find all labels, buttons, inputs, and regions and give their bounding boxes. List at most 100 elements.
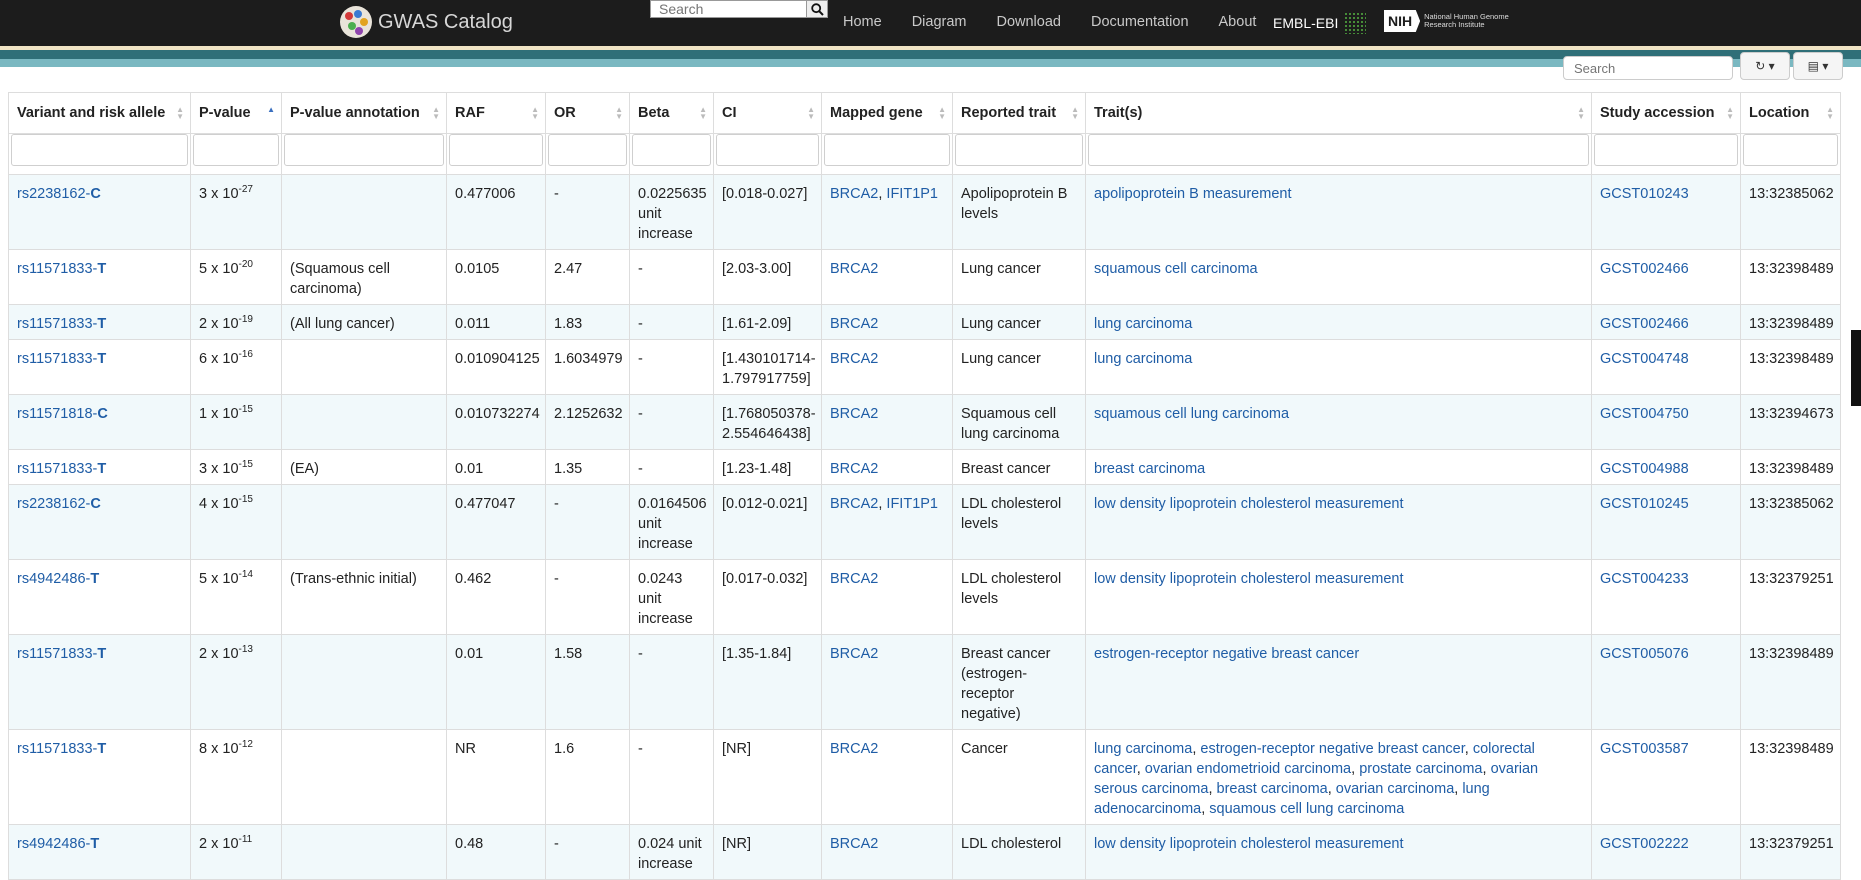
- nav-links: Home Diagram Download Documentation Abou…: [843, 0, 1286, 44]
- trait-link[interactable]: estrogen-receptor negative breast cancer: [1200, 741, 1464, 757]
- cell-variant: rs4942486-T: [8, 824, 191, 880]
- rsid: rs2238162: [17, 186, 86, 202]
- gene-link[interactable]: BRCA2: [830, 351, 878, 367]
- study-accession-link[interactable]: GCST002466: [1600, 316, 1689, 332]
- filter-input-ci[interactable]: [716, 134, 819, 166]
- gene-link[interactable]: BRCA2: [830, 571, 878, 587]
- trait-link[interactable]: lung carcinoma: [1094, 316, 1192, 332]
- gene-link[interactable]: BRCA2: [830, 261, 878, 277]
- trait-link[interactable]: squamous cell lung carcinoma: [1209, 801, 1404, 817]
- trait-link[interactable]: breast carcinoma: [1094, 461, 1205, 477]
- cell-p-value-annotation: [281, 824, 447, 880]
- brand[interactable]: GWAS Catalog: [340, 4, 513, 40]
- column-header-traits[interactable]: Trait(s) ▲ ▼: [1085, 92, 1592, 134]
- filter-input-study-accession[interactable]: [1594, 134, 1738, 166]
- variant-link[interactable]: rs11571833-T: [17, 461, 106, 477]
- gene-link[interactable]: BRCA2: [830, 741, 878, 757]
- filter-input-beta[interactable]: [632, 134, 711, 166]
- trait-link[interactable]: squamous cell lung carcinoma: [1094, 406, 1289, 422]
- gene-link[interactable]: BRCA2: [830, 406, 878, 422]
- column-header-beta[interactable]: Beta ▲ ▼: [629, 92, 714, 134]
- variant-link[interactable]: rs11571833-T: [17, 316, 106, 332]
- filter-input-traits[interactable]: [1088, 134, 1589, 166]
- trait-link[interactable]: breast carcinoma: [1217, 781, 1328, 797]
- gene-link[interactable]: BRCA2: [830, 186, 878, 202]
- nav-link-documentation[interactable]: Documentation: [1091, 14, 1189, 30]
- filter-input-p-value[interactable]: [193, 134, 279, 166]
- nav-link-download[interactable]: Download: [996, 14, 1061, 30]
- variant-link[interactable]: rs2238162-C: [17, 496, 101, 512]
- trait-link[interactable]: squamous cell carcinoma: [1094, 261, 1258, 277]
- nav-link-home[interactable]: Home: [843, 14, 882, 30]
- cell-location: 13:32385062: [1740, 174, 1841, 250]
- study-accession-link[interactable]: GCST004750: [1600, 406, 1689, 422]
- gene-link[interactable]: BRCA2: [830, 646, 878, 662]
- column-header-p-value[interactable]: P-value ▲ ▼: [190, 92, 282, 134]
- filter-input-p-value-annotation[interactable]: [284, 134, 444, 166]
- column-header-ci[interactable]: CI ▲ ▼: [713, 92, 822, 134]
- nav-link-diagram[interactable]: Diagram: [912, 14, 967, 30]
- variant-link[interactable]: rs4942486-T: [17, 836, 99, 852]
- trait-link[interactable]: lung carcinoma: [1094, 351, 1192, 367]
- cell-or: 1.6034979: [545, 339, 630, 395]
- cell-p-value: 3 x 10-27: [190, 174, 282, 250]
- variant-link[interactable]: rs4942486-T: [17, 571, 99, 587]
- nav-link-about[interactable]: About: [1219, 14, 1257, 30]
- column-header-raf[interactable]: RAF ▲ ▼: [446, 92, 546, 134]
- gene-link[interactable]: BRCA2: [830, 316, 878, 332]
- column-header-study-accession[interactable]: Study accession ▲ ▼: [1591, 92, 1741, 134]
- gene-link[interactable]: BRCA2: [830, 461, 878, 477]
- study-accession-link[interactable]: GCST010245: [1600, 496, 1689, 512]
- variant-link[interactable]: rs2238162-C: [17, 186, 101, 202]
- variant-link[interactable]: rs11571833-T: [17, 646, 106, 662]
- trait-link[interactable]: apolipoprotein B measurement: [1094, 186, 1291, 202]
- column-header-reported-trait[interactable]: Reported trait ▲ ▼: [952, 92, 1086, 134]
- site-search-button[interactable]: [806, 0, 828, 18]
- cell-location: 13:32398489: [1740, 339, 1841, 395]
- trait-link[interactable]: low density lipoprotein cholesterol meas…: [1094, 836, 1404, 852]
- feedback-side-tab[interactable]: [1851, 330, 1861, 406]
- embl-ebi-logo[interactable]: EMBL-EBI: [1273, 12, 1367, 34]
- filter-input-location[interactable]: [1743, 134, 1838, 166]
- table-search-input[interactable]: [1563, 56, 1733, 80]
- trait-link[interactable]: ovarian carcinoma: [1336, 781, 1454, 797]
- variant-link[interactable]: rs11571818-C: [17, 406, 108, 422]
- cell-p-value: 1 x 10-15: [190, 394, 282, 450]
- filter-input-raf[interactable]: [449, 134, 543, 166]
- column-header-p-value-annotation[interactable]: P-value annotation ▲ ▼: [281, 92, 447, 134]
- trait-link[interactable]: ovarian endometrioid carcinoma: [1145, 761, 1351, 777]
- refresh-button[interactable]: ↻ ▾: [1740, 52, 1790, 80]
- trait-link[interactable]: low density lipoprotein cholesterol meas…: [1094, 496, 1404, 512]
- columns-button[interactable]: ▤ ▾: [1793, 52, 1843, 80]
- trait-link[interactable]: estrogen-receptor negative breast cancer: [1094, 646, 1359, 662]
- gene-link[interactable]: IFIT1P1: [886, 496, 938, 512]
- study-accession-link[interactable]: GCST004988: [1600, 461, 1689, 477]
- column-header-variant[interactable]: Variant and risk allele ▲ ▼: [8, 92, 191, 134]
- gene-link[interactable]: BRCA2: [830, 836, 878, 852]
- trait-link[interactable]: lung carcinoma: [1094, 741, 1192, 757]
- variant-link[interactable]: rs11571833-T: [17, 261, 106, 277]
- trait-link[interactable]: prostate carcinoma: [1359, 761, 1482, 777]
- study-accession-link[interactable]: GCST002222: [1600, 836, 1689, 852]
- gene-link[interactable]: BRCA2: [830, 496, 878, 512]
- study-accession-link[interactable]: GCST003587: [1600, 741, 1689, 757]
- filter-input-variant[interactable]: [11, 134, 188, 166]
- variant-link[interactable]: rs11571833-T: [17, 741, 106, 757]
- column-header-or[interactable]: OR ▲ ▼: [545, 92, 630, 134]
- filter-input-mapped-gene[interactable]: [824, 134, 950, 166]
- filter-input-reported-trait[interactable]: [955, 134, 1083, 166]
- study-accession-link[interactable]: GCST004748: [1600, 351, 1689, 367]
- variant-link[interactable]: rs11571833-T: [17, 351, 106, 367]
- trait-link[interactable]: low density lipoprotein cholesterol meas…: [1094, 571, 1404, 587]
- study-accession-link[interactable]: GCST005076: [1600, 646, 1689, 662]
- gene-link[interactable]: IFIT1P1: [886, 186, 938, 202]
- column-header-location[interactable]: Location ▲ ▼: [1740, 92, 1841, 134]
- column-header-mapped-gene[interactable]: Mapped gene ▲ ▼: [821, 92, 953, 134]
- study-accession-link[interactable]: GCST004233: [1600, 571, 1689, 587]
- filter-input-or[interactable]: [548, 134, 627, 166]
- filter-cell: [190, 133, 282, 175]
- study-accession-link[interactable]: GCST002466: [1600, 261, 1689, 277]
- study-accession-link[interactable]: GCST010243: [1600, 186, 1689, 202]
- site-search-input[interactable]: [650, 0, 828, 18]
- nih-logo[interactable]: NIH National Human Genome Research Insti…: [1384, 10, 1514, 32]
